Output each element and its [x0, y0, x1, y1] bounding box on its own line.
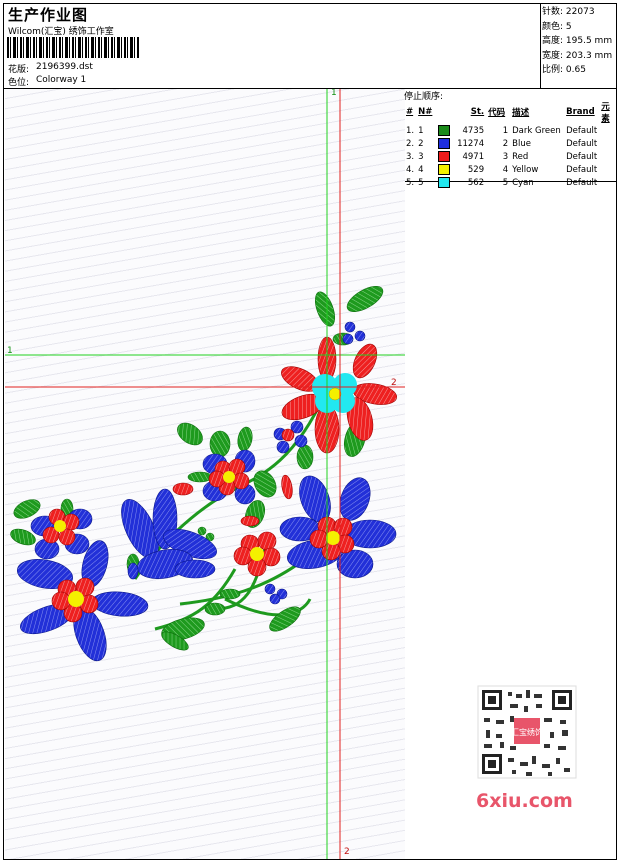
- row-element: [599, 176, 620, 189]
- col-brand: Brand: [566, 107, 595, 117]
- row-index: 1.: [406, 125, 415, 136]
- row-stitches: 4735: [462, 125, 485, 136]
- table-row[interactable]: 3. 3 4971 3 Red Default: [404, 150, 620, 163]
- row-needle: 4: [418, 164, 424, 175]
- row-code: 1: [502, 125, 509, 136]
- table-row[interactable]: 5. 5 562 5 Cyan Default: [404, 176, 620, 189]
- color-value: Colorway 1: [36, 75, 87, 85]
- row-brand: Default: [566, 177, 598, 188]
- color-label: 色位:: [8, 78, 30, 88]
- scale-label: 比例:: [542, 65, 564, 75]
- stop-sequence-table: # N# St. 代码 描述 Brand 元素 1. 1 4735 1 Dark…: [404, 100, 620, 189]
- row-element: [599, 163, 620, 176]
- color-swatch: [438, 164, 451, 175]
- col-needle: N#: [418, 107, 433, 117]
- row-description: Blue: [512, 138, 531, 149]
- width-label: 宽度:: [542, 50, 564, 61]
- row-element: [599, 150, 620, 163]
- row-element: [599, 124, 620, 137]
- row-index: 2.: [406, 138, 415, 149]
- row-swatch-cell: [436, 150, 454, 163]
- stitches-label: 针数:: [542, 7, 564, 17]
- row-index: 3.: [406, 151, 415, 162]
- row-index: 4.: [406, 164, 415, 175]
- color-swatch: [438, 138, 451, 149]
- table-header-row: # N# St. 代码 描述 Brand 元素: [404, 100, 620, 124]
- colors-label: 颜色:: [542, 21, 564, 32]
- qr-code-graphic: 汇宝绣饰: [477, 685, 577, 779]
- row-needle: 2: [418, 138, 424, 149]
- qr-code-image: 汇宝绣饰: [470, 682, 585, 782]
- col-description: 描述: [512, 108, 530, 118]
- row-brand: Default: [566, 125, 598, 136]
- barcode-image: [7, 37, 139, 58]
- red-guide-label-bottom: 2: [344, 847, 350, 857]
- row-code: 5: [502, 177, 509, 188]
- colors-value: 5: [565, 21, 572, 32]
- row-index: 5.: [406, 177, 415, 188]
- row-swatch-cell: [436, 124, 454, 137]
- table-row[interactable]: 4. 4 529 4 Yellow Default: [404, 163, 620, 176]
- row-code: 4: [502, 164, 509, 175]
- row-brand: Default: [566, 138, 598, 149]
- col-element: 元素: [601, 102, 610, 124]
- row-stitches: 529: [467, 164, 485, 175]
- col-swatch: [436, 100, 454, 124]
- col-stitches: St.: [470, 107, 485, 117]
- table-row[interactable]: 1. 1 4735 1 Dark Green Default: [404, 124, 620, 137]
- color-swatch: [438, 151, 451, 162]
- row-description: Red: [512, 151, 529, 162]
- stitches-value: 22073: [565, 7, 595, 17]
- row-brand: Default: [566, 164, 598, 175]
- production-sheet: 生产作业图 Wilcom(汇宝) 绣饰工作室 花版: 2196399.dst 色…: [0, 0, 620, 861]
- row-needle: 3: [418, 151, 424, 162]
- embroidery-design: [5, 89, 405, 859]
- col-code: 代码: [488, 108, 506, 118]
- company-name: Wilcom(汇宝) 绣饰工作室: [8, 27, 114, 37]
- row-description: Dark Green: [512, 125, 561, 136]
- row-brand: Default: [566, 151, 598, 162]
- scale-value: 0.65: [565, 65, 586, 75]
- row-stitches: 562: [467, 177, 485, 188]
- row-code: 2: [502, 138, 509, 149]
- table-row[interactable]: 2. 2 11274 2 Blue Default: [404, 137, 620, 150]
- row-element: [599, 137, 620, 150]
- row-description: Cyan: [512, 177, 534, 188]
- design-info: 针数: 22073 颜色: 5 高度: 195.5 mm 宽度: 203.3 m…: [542, 5, 612, 78]
- info-divider: [540, 3, 541, 89]
- row-stitches: 4971: [462, 151, 485, 162]
- row-description: Yellow: [512, 164, 539, 175]
- row-swatch-cell: [436, 163, 454, 176]
- width-value: 203.3 mm: [565, 50, 613, 61]
- row-code: 3: [502, 151, 509, 162]
- height-value: 195.5 mm: [565, 36, 613, 46]
- row-swatch-cell: [436, 137, 454, 150]
- design-value: 2196399.dst: [36, 62, 93, 72]
- qr-stamp-text: 汇宝绣饰: [511, 727, 543, 737]
- row-needle: 5: [418, 177, 424, 188]
- color-swatch: [438, 177, 451, 188]
- row-stitches: 11274: [457, 138, 485, 149]
- embroidery-canvas[interactable]: 1 1 2 2: [5, 89, 405, 859]
- red-guide-label-right: 2: [391, 378, 397, 388]
- design-label: 花版:: [8, 65, 30, 75]
- row-swatch-cell: [436, 176, 454, 189]
- color-swatch: [438, 125, 451, 136]
- green-guide-label-left: 1: [7, 346, 13, 356]
- green-guide-label-top: 1: [331, 89, 337, 98]
- height-label: 高度:: [542, 36, 564, 46]
- page-title: 生产作业图: [8, 6, 89, 24]
- site-logo[interactable]: 6xiu.com: [476, 790, 573, 812]
- row-needle: 1: [418, 125, 424, 136]
- col-index: #: [406, 107, 414, 117]
